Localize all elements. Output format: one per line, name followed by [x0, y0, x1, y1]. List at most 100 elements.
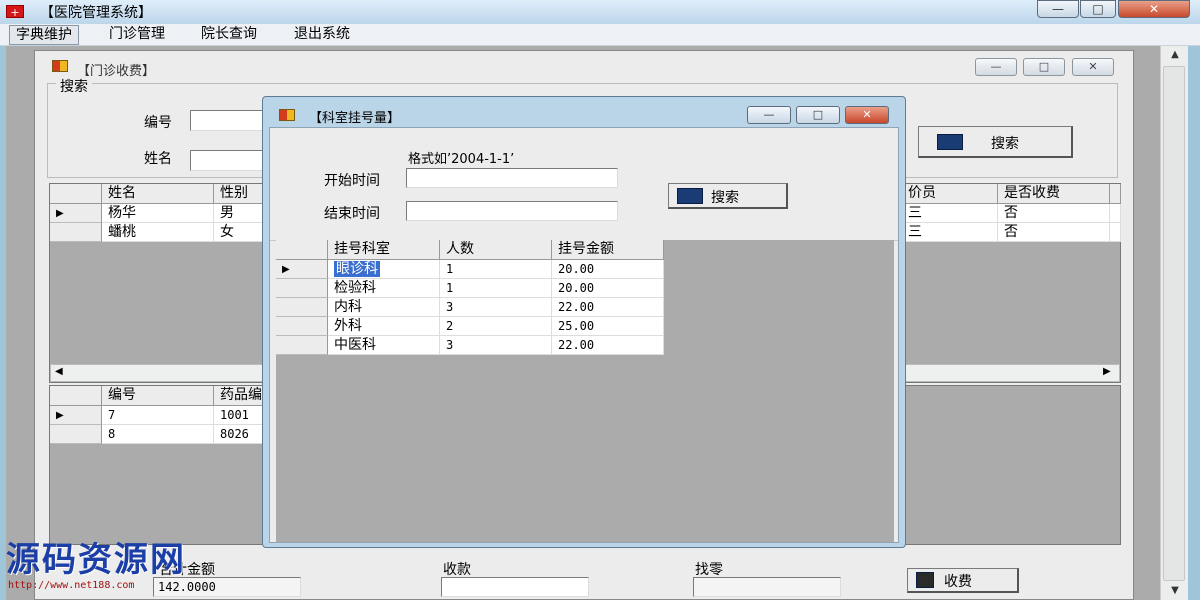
minimize-icon[interactable]: —: [1037, 0, 1079, 18]
selected-text: 眼诊科: [334, 261, 380, 277]
row-header[interactable]: [276, 317, 328, 336]
column-header-name[interactable]: 姓名: [102, 184, 214, 204]
change-label: 找零: [695, 562, 723, 578]
column-header-count[interactable]: 人数: [440, 240, 552, 260]
registration-grid[interactable]: 挂号科室 人数 挂号金额 ▶ 眼诊科 1 20.00 检验科 1 20.00 内…: [276, 240, 894, 542]
search-icon: [937, 134, 963, 150]
column-header-more[interactable]: [1110, 184, 1121, 204]
app-icon: +: [6, 5, 24, 19]
table-cell-amount[interactable]: 25.00: [552, 317, 664, 336]
row-header-current[interactable]: ▶: [276, 260, 328, 279]
scroll-down-icon[interactable]: ▼: [1161, 582, 1189, 600]
table-cell-department[interactable]: 内科: [328, 298, 440, 317]
charge-button-label: 收费: [944, 574, 972, 590]
vertical-scrollbar[interactable]: ▲ ▼: [1160, 46, 1188, 600]
table-cell-amount[interactable]: 22.00: [552, 336, 664, 355]
id-input[interactable]: [190, 110, 270, 131]
menu-item-outpatient[interactable]: 门诊管理: [103, 25, 171, 45]
table-cell-amount[interactable]: 20.00: [552, 279, 664, 298]
table-cell-amount[interactable]: 20.00: [552, 260, 664, 279]
received-input[interactable]: [441, 577, 589, 597]
table-cell-count[interactable]: 1: [440, 260, 552, 279]
table-cell-department[interactable]: 中医科: [328, 336, 440, 355]
dialog-maximize-icon[interactable]: □: [796, 106, 840, 124]
row-header[interactable]: [50, 223, 102, 242]
column-header-charged[interactable]: 是否收费: [998, 184, 1110, 204]
row-header-current[interactable]: ▶: [50, 406, 102, 425]
row-header[interactable]: [50, 425, 102, 444]
start-time-input[interactable]: [406, 168, 618, 188]
end-time-label: 结束时间: [324, 206, 380, 222]
form-icon: [52, 60, 68, 72]
form-titlebar: 【门诊收费】 — □ ✕: [35, 51, 1133, 81]
form-close-icon[interactable]: ✕: [1072, 58, 1114, 76]
name-input[interactable]: [190, 150, 270, 171]
table-cell-department-selected[interactable]: 眼诊科: [328, 260, 440, 279]
search-button[interactable]: 搜索: [918, 126, 1073, 158]
table-cell-staff[interactable]: 三: [902, 204, 998, 223]
end-time-input[interactable]: [406, 201, 618, 221]
table-cell-more[interactable]: [1110, 204, 1121, 223]
form-minimize-icon[interactable]: —: [975, 58, 1017, 76]
change-field[interactable]: [693, 577, 841, 597]
scrollbar-thumb[interactable]: [1163, 66, 1185, 581]
id-label: 编号: [144, 115, 172, 131]
search-button-label: 搜索: [991, 136, 1019, 152]
dialog-body: 格式如’2004-1-1’ 开始时间 结束时间 搜索 挂号科室 人数 挂号金额 …: [269, 127, 899, 543]
table-cell-id[interactable]: 8: [102, 425, 214, 444]
row-header[interactable]: [276, 279, 328, 298]
received-label: 收款: [443, 562, 471, 578]
dialog-close-icon[interactable]: ✕: [845, 106, 889, 124]
menu-item-exit[interactable]: 退出系统: [288, 25, 356, 45]
table-cell-id[interactable]: 7: [102, 406, 214, 425]
watermark-url: http://www.net188.com: [8, 580, 135, 591]
date-format-hint: 格式如’2004-1-1’: [408, 152, 515, 167]
name-label: 姓名: [144, 151, 172, 167]
menu-bar: 字典维护 门诊管理 院长查询 退出系统: [0, 24, 1200, 46]
row-header[interactable]: [276, 298, 328, 317]
table-cell-name[interactable]: 杨华: [102, 204, 214, 223]
watermark-logo: 源码资源网: [6, 540, 186, 580]
row-header-current[interactable]: ▶: [50, 204, 102, 223]
table-cell-count[interactable]: 3: [440, 336, 552, 355]
department-registration-dialog: 【科室挂号量】 — □ ✕ 格式如’2004-1-1’ 开始时间 结束时间 搜索…: [262, 96, 906, 548]
close-icon[interactable]: ✕: [1118, 0, 1190, 18]
table-cell-more[interactable]: [1110, 223, 1121, 242]
scroll-left-icon[interactable]: ◀: [55, 366, 63, 377]
dialog-search-button[interactable]: 搜索: [668, 183, 788, 209]
start-time-label: 开始时间: [324, 173, 380, 189]
dialog-title: 【科室挂号量】: [309, 111, 401, 126]
window-title: 【医院管理系统】: [40, 5, 152, 21]
grid-corner: [50, 386, 102, 406]
dialog-minimize-icon[interactable]: —: [747, 106, 791, 124]
column-header-staff[interactable]: 价员: [902, 184, 998, 204]
menu-item-director-query[interactable]: 院长查询: [195, 25, 263, 45]
menu-item-dictionary[interactable]: 字典维护: [9, 25, 79, 45]
save-icon: [916, 572, 934, 588]
charge-button[interactable]: 收费: [907, 568, 1019, 593]
table-cell-name[interactable]: 蟠桃: [102, 223, 214, 242]
search-group-label: 搜索: [56, 76, 92, 96]
table-cell-count[interactable]: 1: [440, 279, 552, 298]
table-cell-department[interactable]: 外科: [328, 317, 440, 336]
form-maximize-icon[interactable]: □: [1023, 58, 1065, 76]
scroll-right-icon[interactable]: ▶: [1103, 366, 1111, 377]
row-header[interactable]: [276, 336, 328, 355]
table-cell-charged[interactable]: 否: [998, 204, 1110, 223]
grid-corner: [50, 184, 102, 204]
table-cell-department[interactable]: 检验科: [328, 279, 440, 298]
maximize-icon[interactable]: □: [1080, 0, 1116, 18]
column-header-amount[interactable]: 挂号金额: [552, 240, 664, 260]
table-cell-count[interactable]: 2: [440, 317, 552, 336]
scroll-up-icon[interactable]: ▲: [1161, 46, 1189, 64]
window-titlebar: + 【医院管理系统】 — □ ✕: [0, 0, 1200, 24]
table-cell-amount[interactable]: 22.00: [552, 298, 664, 317]
table-cell-count[interactable]: 3: [440, 298, 552, 317]
table-cell-charged[interactable]: 否: [998, 223, 1110, 242]
column-header-department[interactable]: 挂号科室: [328, 240, 440, 260]
dialog-search-label: 搜索: [711, 190, 739, 206]
table-cell-staff[interactable]: 三: [902, 223, 998, 242]
column-header-id[interactable]: 编号: [102, 386, 214, 406]
grid-corner: [276, 240, 328, 260]
dialog-icon: [279, 109, 295, 121]
